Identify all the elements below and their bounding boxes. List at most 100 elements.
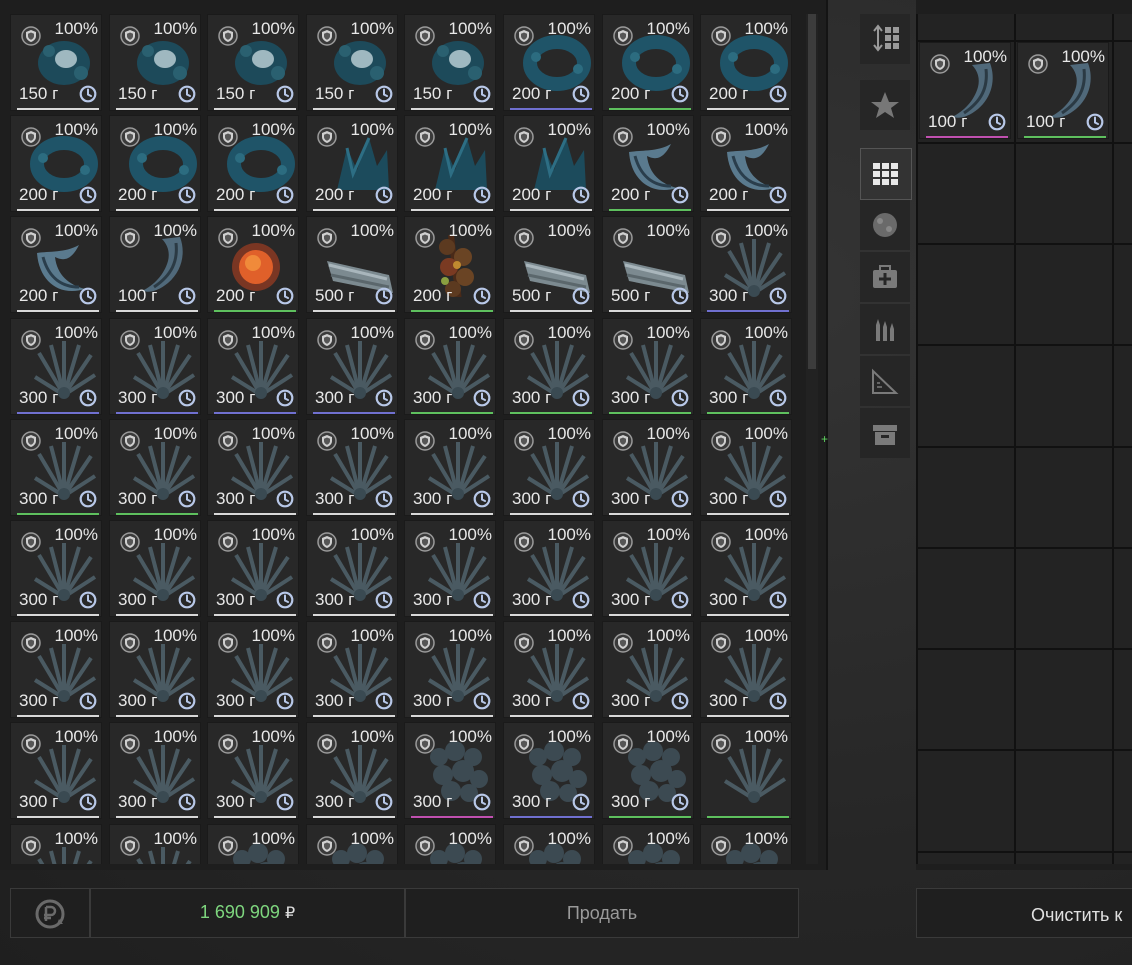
item-weight: 300 г	[512, 489, 552, 508]
inventory-slot[interactable]: 100% 300 г	[700, 318, 792, 415]
inventory-slot[interactable]: 100% 150 г	[306, 14, 398, 111]
inventory-slot[interactable]: 100% 200 г	[109, 115, 201, 212]
inventory-slot[interactable]: 100% 300 г	[306, 318, 398, 415]
inventory-slot[interactable]: 100% 200 г	[10, 216, 102, 313]
tab-ammo[interactable]	[860, 304, 910, 354]
inventory-slot[interactable]: 100% 300 г	[306, 621, 398, 718]
inventory-slot[interactable]: 100% 200 г	[404, 115, 496, 212]
inventory-slot[interactable]: 100% 200 г	[602, 115, 694, 212]
inventory-slot[interactable]: 100% 300 г	[503, 621, 595, 718]
inventory-slot[interactable]: 100% 300 г	[109, 419, 201, 516]
refresh-money-button[interactable]	[10, 888, 90, 938]
inventory-slot[interactable]: 100% 200 г	[404, 216, 496, 313]
durability-percent: 100%	[547, 424, 591, 443]
inventory-slot[interactable]: 100% 300 г	[306, 722, 398, 819]
inventory-slot[interactable]: 100% 150 г	[207, 14, 299, 111]
inventory-slot[interactable]: 100% 300 г	[306, 520, 398, 617]
tab-star[interactable]	[860, 80, 910, 130]
inventory-slot[interactable]: 100% 300 г	[602, 318, 694, 415]
inventory-slot[interactable]: 100%	[404, 824, 496, 864]
inventory-slot[interactable]: 100% 300 г	[700, 520, 792, 617]
rarity-underline	[313, 209, 395, 211]
inventory-slot[interactable]: 100%	[10, 824, 102, 864]
inventory-slot[interactable]: 100% 300 г	[700, 621, 792, 718]
inventory-slot[interactable]: 100% 300 г	[404, 621, 496, 718]
tab-artifact[interactable]	[860, 200, 910, 250]
inventory-scrollbar[interactable]	[806, 14, 818, 864]
inventory-slot[interactable]: 100% 300 г	[207, 621, 299, 718]
inventory-slot[interactable]: 100% 150 г	[10, 14, 102, 111]
inventory-slot[interactable]: 100% 300 г	[404, 520, 496, 617]
inventory-slot[interactable]: 100%	[700, 722, 792, 819]
inventory-slot[interactable]: 100% 300 г	[207, 318, 299, 415]
inventory-slot[interactable]: 100%	[109, 824, 201, 864]
inventory-slot[interactable]: 100% 200 г	[503, 115, 595, 212]
shield-icon	[613, 734, 633, 754]
item-weight: 300 г	[315, 792, 355, 811]
tab-medkit[interactable]	[860, 252, 910, 302]
inventory-slot[interactable]: 100% 300 г	[109, 520, 201, 617]
inventory-slot[interactable]: 100% 300 г	[602, 722, 694, 819]
inventory-slot[interactable]: 100% 300 г	[503, 520, 595, 617]
inventory-slot[interactable]: 100% 100 г	[109, 216, 201, 313]
inventory-slot[interactable]: 100% 300 г	[207, 520, 299, 617]
durability-percent: 100%	[350, 424, 394, 443]
inventory-slot[interactable]: 100% 500 г	[306, 216, 398, 313]
inventory-slot[interactable]: 100% 300 г	[602, 520, 694, 617]
inventory-slot[interactable]: 100% 200 г	[207, 115, 299, 212]
durability-percent: 100%	[646, 626, 690, 645]
inventory-slot[interactable]: 100%	[700, 824, 792, 864]
inventory-slot[interactable]: 100% 300 г	[207, 722, 299, 819]
inventory-slot[interactable]: 100% 200 г	[700, 115, 792, 212]
inventory-slot[interactable]: 100% 300 г	[700, 216, 792, 313]
inventory-slot[interactable]: 100% 500 г	[602, 216, 694, 313]
inventory-slot[interactable]: 100%	[503, 824, 595, 864]
inventory-slot[interactable]: 100% 300 г	[10, 419, 102, 516]
inventory-slot[interactable]: 100% 300 г	[10, 318, 102, 415]
shield-icon	[21, 532, 41, 552]
inventory-slot[interactable]: 100% 300 г	[404, 419, 496, 516]
inventory-slot[interactable]: 100% 200 г	[602, 14, 694, 111]
shield-icon	[613, 330, 633, 350]
inventory-slot[interactable]: 100% 200 г	[207, 216, 299, 313]
inventory-slot[interactable]: 100% 300 г	[503, 419, 595, 516]
tab-sort-grid[interactable]	[860, 14, 910, 64]
inventory-slot[interactable]: 100% 500 г	[503, 216, 595, 313]
inventory-slot[interactable]: 100% 300 г	[404, 722, 496, 819]
inventory-slot[interactable]: 100% 300 г	[700, 419, 792, 516]
inventory-slot[interactable]: 100%	[602, 824, 694, 864]
inventory-slot[interactable]: 100% 300 г	[10, 520, 102, 617]
sell-slot[interactable]: 100% 100 г	[919, 42, 1011, 139]
inventory-slot[interactable]: 100% 300 г	[10, 621, 102, 718]
shield-icon	[415, 734, 435, 754]
inventory-slot[interactable]: 100% 200 г	[700, 14, 792, 111]
scrollbar-thumb[interactable]	[808, 14, 816, 369]
inventory-slot[interactable]: 100% 300 г	[207, 419, 299, 516]
inventory-slot[interactable]: 100% 150 г	[109, 14, 201, 111]
inventory-slot[interactable]: 100%	[306, 824, 398, 864]
inventory-slot[interactable]: 100% 200 г	[503, 14, 595, 111]
inventory-slot[interactable]: 100% 200 г	[10, 115, 102, 212]
tab-box[interactable]	[860, 408, 910, 458]
inventory-slot[interactable]: 100% 300 г	[109, 722, 201, 819]
sell-slot[interactable]: 100% 100 г	[1017, 42, 1109, 139]
shield-icon	[120, 633, 140, 653]
tab-grid[interactable]	[860, 148, 912, 200]
inventory-slot[interactable]: 100% 300 г	[503, 318, 595, 415]
inventory-slot[interactable]: 100%	[207, 824, 299, 864]
inventory-slot[interactable]: 100% 300 г	[109, 318, 201, 415]
inventory-slot[interactable]: 100% 300 г	[306, 419, 398, 516]
clock-icon	[178, 490, 196, 508]
inventory-slot[interactable]: 100% 300 г	[404, 318, 496, 415]
inventory-slot[interactable]: 100% 200 г	[306, 115, 398, 212]
durability-percent: 100%	[547, 727, 591, 746]
inventory-slot[interactable]: 100% 300 г	[109, 621, 201, 718]
inventory-slot[interactable]: 100% 300 г	[10, 722, 102, 819]
inventory-slot[interactable]: 100% 300 г	[503, 722, 595, 819]
sell-button[interactable]: Продать	[405, 888, 799, 938]
inventory-slot[interactable]: 100% 150 г	[404, 14, 496, 111]
inventory-slot[interactable]: 100% 300 г	[602, 621, 694, 718]
clear-button[interactable]: Очистить к	[916, 888, 1132, 938]
tab-ruler[interactable]	[860, 356, 910, 406]
inventory-slot[interactable]: 100% 300 г	[602, 419, 694, 516]
